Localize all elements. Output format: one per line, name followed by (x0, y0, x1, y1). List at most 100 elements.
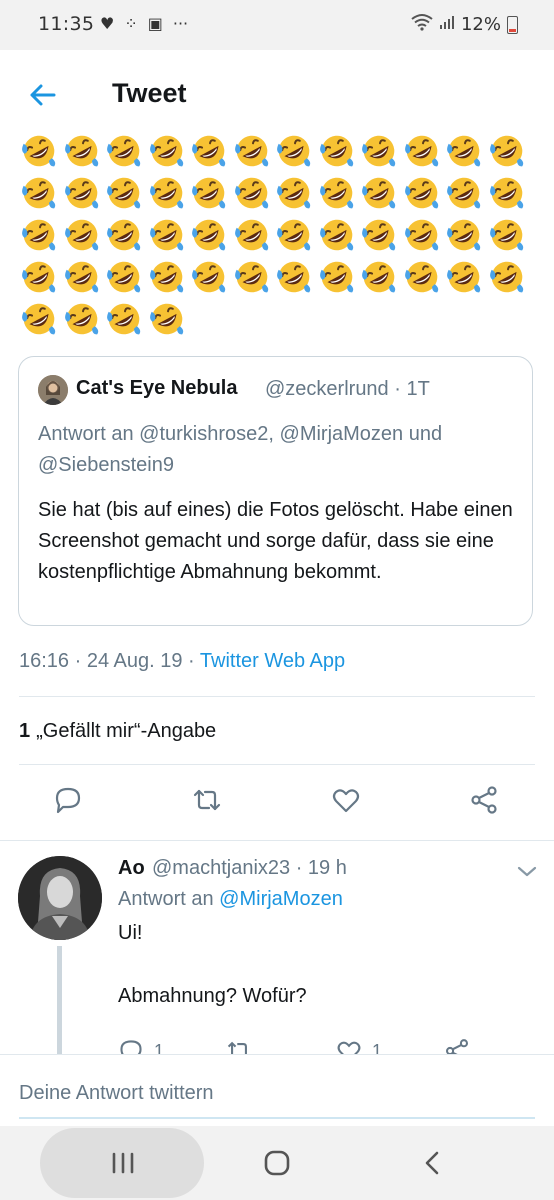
laughing-emoji-icon (401, 214, 444, 256)
page-title: Tweet (112, 78, 187, 108)
laughing-emoji-icon (103, 130, 146, 172)
laughing-emoji-icon (273, 172, 316, 214)
laughing-emoji-icon (486, 130, 529, 172)
laughing-emoji-icon (188, 256, 231, 298)
laughing-emoji-icon (486, 256, 529, 298)
reply-text-line1: Ui! (118, 922, 143, 944)
tweet-emoji-block (18, 130, 538, 340)
laughing-emoji-icon (401, 172, 444, 214)
home-icon[interactable] (262, 1148, 292, 1178)
laughing-emoji-icon (61, 256, 104, 298)
tweet-meta: 16:16 · 24 Aug. 19 · Twitter Web App (19, 650, 345, 673)
system-nav-bar (0, 1126, 554, 1200)
laughing-emoji-icon (316, 172, 359, 214)
laughing-emoji-icon (146, 298, 189, 340)
laughing-emoji-icon (188, 214, 231, 256)
laughing-emoji-icon (146, 214, 189, 256)
tweet-timestamp: 16:16 · 24 Aug. 19 · (19, 650, 200, 672)
laughing-emoji-icon (146, 130, 189, 172)
laughing-emoji-icon (443, 256, 486, 298)
laughing-emoji-icon (443, 172, 486, 214)
wifi-icon (411, 13, 433, 36)
status-right: 12% (411, 13, 518, 36)
laughing-emoji-icon (146, 172, 189, 214)
laughing-emoji-icon (18, 214, 61, 256)
status-bar: 11:35 ♥ ⁘ ▣ ··· 12% (0, 0, 554, 50)
laughing-emoji-icon (61, 214, 104, 256)
laughing-emoji-icon (231, 214, 274, 256)
laughing-emoji-icon (358, 214, 401, 256)
dots-icon: ⁘ (124, 14, 138, 33)
tweet-source-link[interactable]: Twitter Web App (200, 650, 345, 672)
battery-percent: 12% (460, 14, 501, 35)
quoted-text: Sie hat (bis auf eines) die Fotos gelösc… (38, 499, 513, 583)
laughing-emoji-icon (18, 298, 61, 340)
laughing-emoji-icon (103, 256, 146, 298)
tweet-actions (0, 775, 554, 835)
laughing-emoji-icon (146, 256, 189, 298)
likes-number: 1 (19, 720, 31, 742)
app-header: Tweet (0, 50, 554, 136)
back-arrow-icon[interactable] (26, 78, 60, 112)
laughing-emoji-icon (61, 130, 104, 172)
reply-author-handle: @machtjanix23 · 19 h (152, 857, 347, 879)
laughing-emoji-icon (188, 130, 231, 172)
laughing-emoji-icon (316, 256, 359, 298)
laughing-emoji-icon (273, 130, 316, 172)
gallery-icon: ▣ (147, 14, 163, 33)
reply-avatar[interactable] (18, 856, 102, 940)
thread-line (57, 946, 62, 1056)
reply-icon[interactable] (53, 785, 83, 815)
chevron-down-icon[interactable] (514, 860, 540, 882)
laughing-emoji-icon (188, 172, 231, 214)
emoji-row (18, 256, 538, 298)
laughing-emoji-icon (61, 172, 104, 214)
status-time: 11:35 (38, 13, 95, 35)
heart-icon: ♥ (100, 14, 115, 33)
status-icons: ♥ ⁘ ▣ ··· (100, 14, 188, 34)
reply-author-name: Ao (118, 857, 145, 879)
reply-text-line2: Abmahnung? Wofür? (118, 985, 307, 1007)
laughing-emoji-icon (18, 172, 61, 214)
laughing-emoji-icon (18, 130, 61, 172)
emoji-row (18, 130, 538, 172)
retweet-icon[interactable] (192, 785, 222, 815)
laughing-emoji-icon (103, 214, 146, 256)
reply-compose-input[interactable] (19, 1079, 535, 1107)
divider (0, 840, 554, 841)
likes-count[interactable]: 1 „Gefällt mir“-Angabe (19, 720, 216, 743)
divider (19, 696, 535, 697)
laughing-emoji-icon (103, 172, 146, 214)
laughing-emoji-icon (316, 214, 359, 256)
laughing-emoji-icon (231, 130, 274, 172)
reply-to-mention[interactable]: @MirjaMozen (219, 888, 343, 910)
laughing-emoji-icon (273, 256, 316, 298)
quoted-tweet[interactable]: Cat's Eye Nebula @zeckerlrund · 1T Antwo… (18, 356, 533, 626)
emoji-row (18, 172, 538, 214)
laughing-emoji-icon (401, 256, 444, 298)
more-icon: ··· (172, 14, 189, 33)
laughing-emoji-icon (231, 172, 274, 214)
laughing-emoji-icon (103, 298, 146, 340)
recent-apps-icon[interactable] (108, 1148, 138, 1178)
quoted-author-name: Cat's Eye Nebula (76, 377, 238, 399)
battery-icon (507, 15, 518, 34)
quoted-avatar[interactable] (38, 375, 68, 405)
laughing-emoji-icon (358, 172, 401, 214)
back-nav-icon[interactable] (418, 1148, 448, 1178)
laughing-emoji-icon (443, 214, 486, 256)
laughing-emoji-icon (486, 214, 529, 256)
emoji-row (18, 214, 538, 256)
compose-bar (0, 1054, 554, 1127)
laughing-emoji-icon (231, 256, 274, 298)
emoji-row (18, 298, 538, 340)
like-heart-icon[interactable] (331, 785, 361, 815)
quoted-author-handle: @zeckerlrund · 1T (265, 378, 430, 400)
divider (19, 764, 535, 765)
quoted-reply-to: Antwort an @turkishrose2, @MirjaMozen un… (38, 423, 443, 476)
likes-label: „Gefällt mir“-Angabe (36, 720, 217, 742)
laughing-emoji-icon (358, 256, 401, 298)
share-icon[interactable] (469, 785, 499, 815)
laughing-emoji-icon (443, 130, 486, 172)
compose-underline (19, 1117, 535, 1119)
